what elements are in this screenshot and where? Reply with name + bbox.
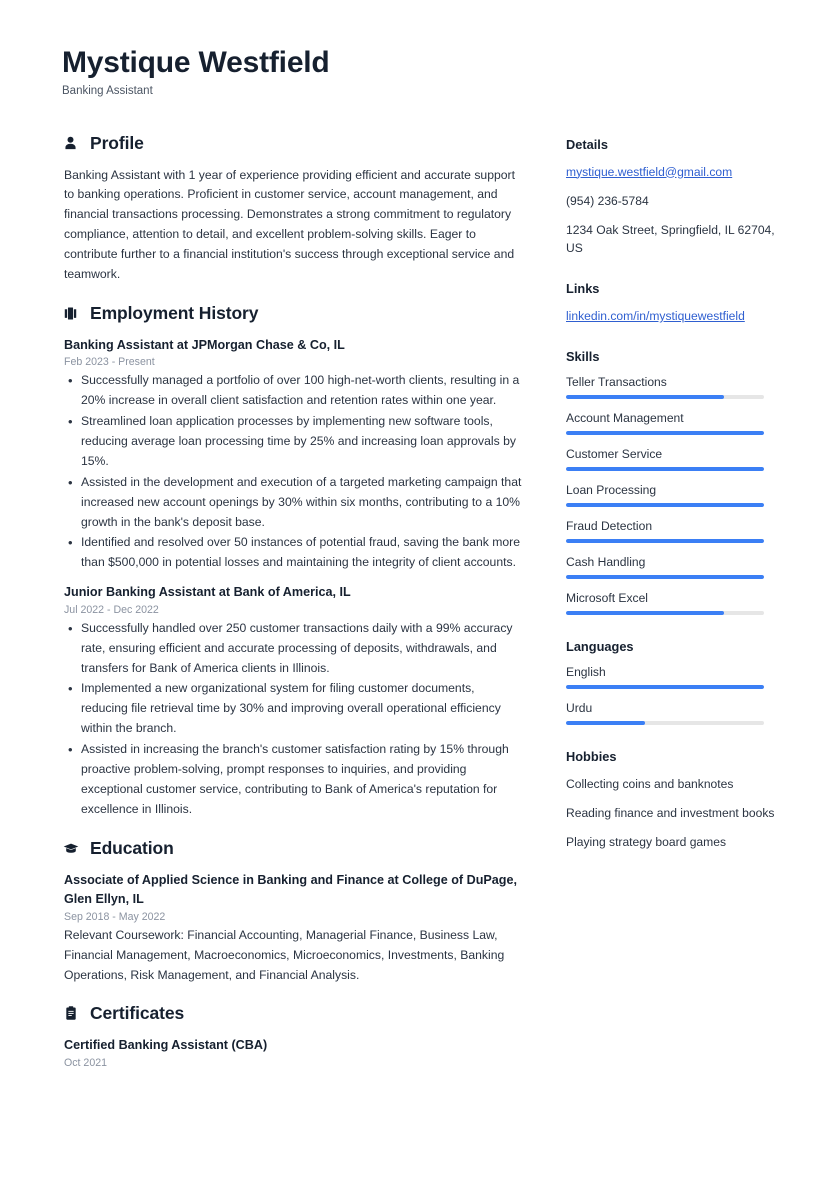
- language-meter-fill: [566, 721, 646, 726]
- sidebar-column: Details mystique.westfield@gmail.com (95…: [566, 133, 794, 876]
- resume-header: Mystique Westfield Banking Assistant: [62, 46, 785, 97]
- skill-meter-track: [566, 395, 764, 400]
- skill-label: Customer Service: [566, 447, 663, 462]
- hobby-item: Reading finance and investment books: [566, 806, 775, 821]
- employment-entry-bullets: Successfully managed a portfolio of over…: [64, 370, 524, 573]
- linkedin-link[interactable]: linkedin.com/in/mystiquewestfield: [566, 307, 794, 325]
- bullet-item: Assisted in increasing the branch's cust…: [64, 739, 524, 820]
- section-title-profile: Profile: [90, 132, 144, 153]
- skill-meter-track: [566, 575, 764, 580]
- bullet-item: Implemented a new organizational system …: [64, 678, 524, 739]
- skill-meter-fill: [566, 503, 764, 508]
- skill-label: Loan Processing: [566, 483, 657, 498]
- sidebar-title-hobbies: Hobbies: [566, 749, 617, 765]
- section-employment: Employment History Banking Assistant at …: [62, 303, 524, 820]
- language-item: Urdu: [566, 701, 794, 726]
- sidebar-title-links: Links: [566, 281, 600, 297]
- sidebar-block-hobbies: Hobbies Collecting coins and banknotes R…: [566, 749, 794, 851]
- skill-meter-fill: [566, 539, 764, 544]
- language-meter-fill: [566, 685, 764, 690]
- hobby-item: Playing strategy board games: [566, 835, 726, 850]
- section-header-education: Education: [62, 838, 524, 859]
- skill-item: Cash Handling: [566, 555, 794, 580]
- bullet-item: Assisted in the development and executio…: [64, 472, 524, 533]
- person-icon: [62, 135, 79, 152]
- postal-address: 1234 Oak Street, Springfield, IL 62704, …: [566, 222, 775, 255]
- skill-meter-track: [566, 503, 764, 508]
- skill-meter-fill: [566, 431, 764, 436]
- language-item: English: [566, 665, 794, 690]
- employment-entry-bullets: Successfully handled over 250 customer t…: [64, 618, 524, 820]
- skill-meter-track: [566, 539, 764, 544]
- certificate-entry-title: Certified Banking Assistant (CBA): [64, 1038, 268, 1053]
- employment-entry-date: Jul 2022 - Dec 2022: [64, 603, 159, 616]
- profile-summary: Banking Assistant with 1 year of experie…: [64, 167, 515, 281]
- skill-meter-fill: [566, 611, 725, 616]
- hobby-item: Collecting coins and banknotes: [566, 777, 734, 792]
- skill-meter-track: [566, 431, 764, 436]
- phone-number: (954) 236-5784: [566, 193, 649, 208]
- sidebar-block-details: Details mystique.westfield@gmail.com (95…: [566, 137, 794, 258]
- certificate-entry: Certified Banking Assistant (CBA) Oct 20…: [62, 1036, 524, 1069]
- skill-label: Microsoft Excel: [566, 591, 648, 606]
- clipboard-icon: [62, 1005, 79, 1022]
- sidebar-title-details: Details: [566, 136, 608, 152]
- sidebar-block-languages: Languages English Urdu: [566, 639, 794, 726]
- language-label: Urdu: [566, 701, 593, 716]
- skill-item: Microsoft Excel: [566, 591, 794, 616]
- section-header-certificates: Certificates: [62, 1003, 524, 1024]
- email-link[interactable]: mystique.westfield@gmail.com: [566, 163, 794, 181]
- skill-meter-fill: [566, 467, 764, 472]
- skill-item: Teller Transactions: [566, 375, 794, 400]
- language-label: English: [566, 665, 606, 680]
- education-entry-date: Sep 2018 - May 2022: [64, 910, 166, 923]
- candidate-name: Mystique Westfield: [62, 46, 330, 79]
- education-entry-text: Relevant Coursework: Financial Accountin…: [64, 927, 505, 982]
- skill-meter-fill: [566, 395, 725, 400]
- candidate-job-title: Banking Assistant: [62, 84, 153, 97]
- section-education: Education Associate of Applied Science i…: [62, 838, 524, 986]
- skill-label: Cash Handling: [566, 555, 646, 570]
- education-entry-title: Associate of Applied Science in Banking …: [64, 872, 517, 907]
- employment-entry-date: Feb 2023 - Present: [64, 356, 155, 369]
- main-column: Profile Banking Assistant with 1 year of…: [62, 133, 524, 1087]
- skill-meter-track: [566, 611, 764, 616]
- bullet-item: Streamlined loan application processes b…: [64, 411, 524, 472]
- employment-entry: Junior Banking Assistant at Bank of Amer…: [62, 583, 524, 819]
- certificate-entry-date: Oct 2021: [64, 1056, 107, 1069]
- skill-item: Customer Service: [566, 447, 794, 472]
- skill-item: Loan Processing: [566, 483, 794, 508]
- section-profile: Profile Banking Assistant with 1 year of…: [62, 133, 524, 285]
- resume-page: Mystique Westfield Banking Assistant Pro…: [0, 0, 833, 1178]
- skill-item: Fraud Detection: [566, 519, 794, 544]
- sidebar-title-languages: Languages: [566, 639, 634, 655]
- section-title-certificates: Certificates: [90, 1003, 185, 1024]
- graduation-cap-icon: [62, 840, 79, 857]
- briefcase-icon: [62, 305, 79, 322]
- section-certificates: Certificates Certified Banking Assistant…: [62, 1003, 524, 1069]
- section-header-employment: Employment History: [62, 303, 524, 324]
- section-title-employment: Employment History: [90, 302, 259, 323]
- language-meter-track: [566, 721, 764, 726]
- skill-label: Fraud Detection: [566, 519, 653, 534]
- sidebar-block-skills: Skills Teller Transactions Account Manag…: [566, 349, 794, 616]
- skill-label: Teller Transactions: [566, 375, 667, 390]
- sidebar-block-links: Links linkedin.com/in/mystiquewestfield: [566, 281, 794, 325]
- employment-entry-title: Banking Assistant at JPMorgan Chase & Co…: [64, 337, 345, 352]
- employment-entry-title: Junior Banking Assistant at Bank of Amer…: [64, 585, 351, 600]
- resume-body: Profile Banking Assistant with 1 year of…: [62, 133, 785, 1087]
- sidebar-title-skills: Skills: [566, 349, 600, 365]
- bullet-item: Identified and resolved over 50 instance…: [64, 532, 524, 573]
- section-header-profile: Profile: [62, 133, 524, 154]
- bullet-item: Successfully handled over 250 customer t…: [64, 618, 524, 679]
- bullet-item: Successfully managed a portfolio of over…: [64, 370, 524, 411]
- section-title-education: Education: [90, 837, 174, 858]
- employment-entry: Banking Assistant at JPMorgan Chase & Co…: [62, 336, 524, 573]
- language-meter-track: [566, 685, 764, 690]
- skill-item: Account Management: [566, 411, 794, 436]
- skill-label: Account Management: [566, 411, 684, 426]
- skill-meter-track: [566, 467, 764, 472]
- skill-meter-fill: [566, 575, 764, 580]
- education-entry: Associate of Applied Science in Banking …: [62, 871, 524, 986]
